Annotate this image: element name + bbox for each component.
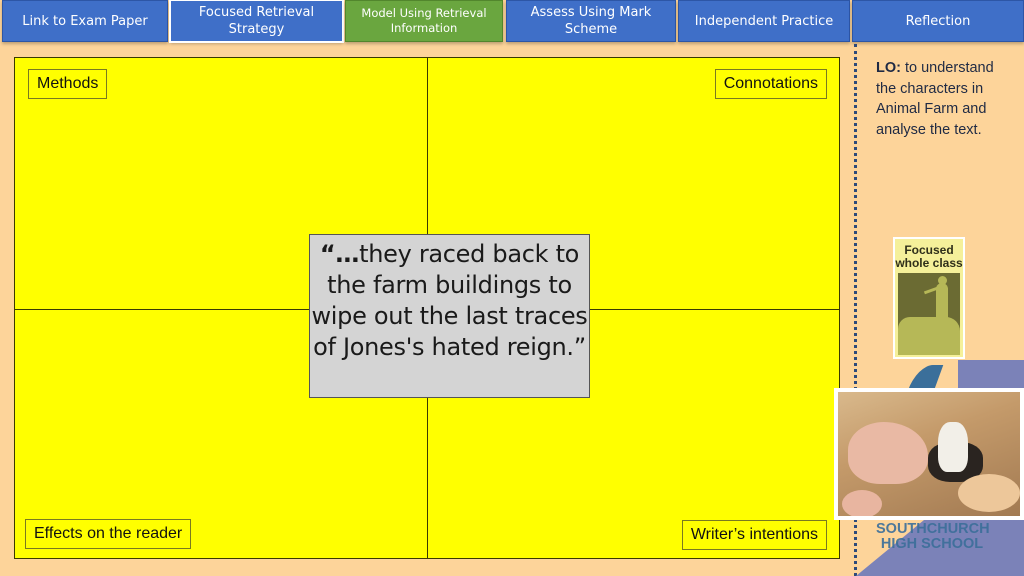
pig-figure [958, 474, 1020, 512]
teacher-class-icon [898, 273, 960, 355]
learning-objective: LO: to understand the characters in Anim… [876, 58, 1016, 140]
school-name-line1: SOUTHCHURCH [876, 521, 990, 537]
animal-farm-illustration [834, 388, 1024, 520]
school-logo-text: SOUTHCHURCH HIGH SCHOOL [876, 521, 990, 552]
methods-label: Methods [28, 69, 108, 99]
connotations-label: Connotations [714, 69, 827, 99]
nav-label: Model Using Retrieval Information [361, 6, 487, 35]
nav-label: Assess Using Mark Scheme [530, 5, 652, 37]
nav-label: Reflection [905, 13, 971, 29]
nav-link-to-exam-paper[interactable]: Link to Exam Paper [2, 0, 168, 42]
quote-box: “…they raced back to the farm buildings … [309, 234, 590, 398]
nav-assess-using-mark-scheme[interactable]: Assess Using Mark Scheme [506, 0, 676, 42]
school-name-line2: HIGH SCHOOL [880, 536, 984, 552]
top-navigation: Link to Exam Paper Focused Retrieval Str… [0, 0, 1024, 44]
nav-label: Independent Practice [694, 13, 834, 29]
focused-whole-class-card: Focused whole class [893, 237, 965, 359]
nav-label: Focused Retrieval Strategy [198, 5, 315, 37]
quote-open-mark: “… [319, 240, 360, 268]
nav-reflection[interactable]: Reflection [852, 0, 1024, 42]
lo-label: LO: [876, 60, 901, 76]
nav-independent-practice[interactable]: Independent Practice [678, 0, 850, 42]
horse-figure [938, 422, 968, 472]
pig-figure [848, 422, 928, 484]
nav-label: Link to Exam Paper [22, 13, 148, 29]
nav-model-using-retrieval-information[interactable]: Model Using Retrieval Information [345, 0, 503, 42]
writers-intentions-label: Writer’s intentions [681, 520, 827, 550]
focused-whole-class-title: Focused whole class [895, 243, 963, 270]
nav-focused-retrieval-strategy[interactable]: Focused Retrieval Strategy [169, 0, 344, 43]
quote-close-mark: ” [573, 333, 586, 361]
pig-figure [842, 490, 882, 516]
effects-on-reader-label: Effects on the reader [25, 519, 192, 549]
